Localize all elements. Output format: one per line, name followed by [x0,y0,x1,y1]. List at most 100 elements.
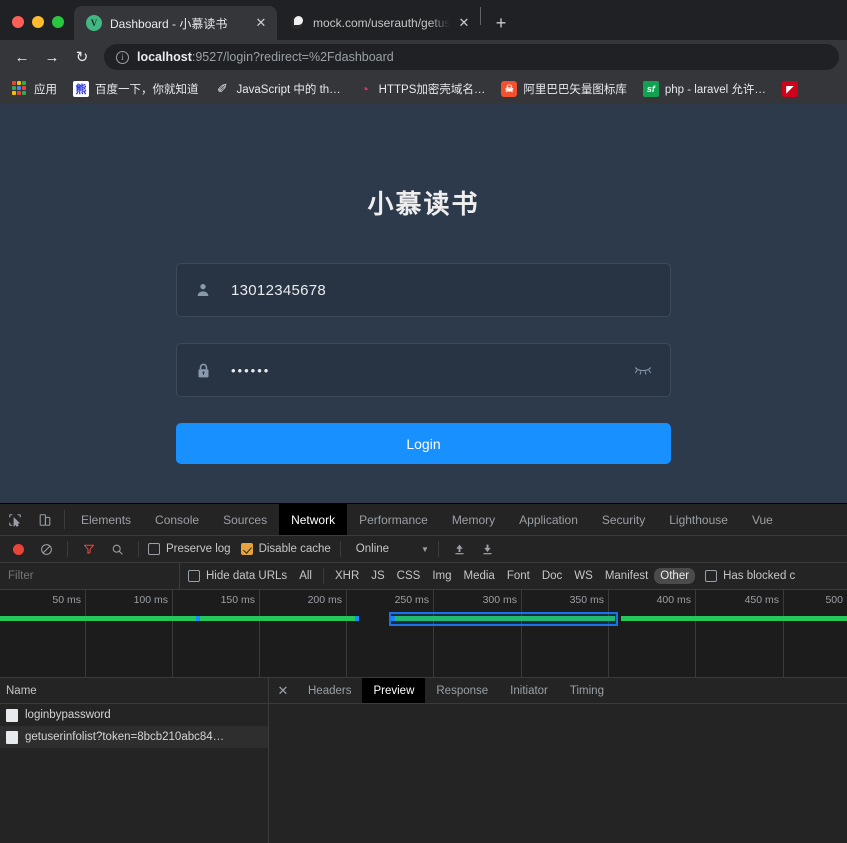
bookmark-https[interactable]: ◔ HTTPS加密壳域名… [349,78,494,100]
checkbox-box [240,543,253,555]
import-har-icon[interactable] [448,538,472,560]
apps-grid-icon [12,81,28,97]
bookmark-clipped[interactable]: ◤ [774,78,806,100]
filter-type-doc[interactable]: Doc [536,568,568,584]
close-icon[interactable]: ✕ [269,678,297,703]
bookmark-baidu[interactable]: 熊 百度一下，你就知道 [65,78,207,100]
username-value: 13012345678 [231,281,327,299]
tab-timing[interactable]: Timing [559,678,615,703]
tab-vue[interactable]: Vue [740,504,785,535]
throttling-dropdown[interactable]: Online ▼ [350,543,429,555]
user-icon [193,282,213,298]
tab-network[interactable]: Network [279,504,348,535]
forward-icon[interactable]: → [38,43,66,71]
browser-tab-mock[interactable]: mock.com/userauth/getuserinf ✕ [277,6,480,40]
preserve-log-label: Preserve log [166,543,231,555]
filter-input[interactable] [0,563,180,589]
request-name: getuserinfolist?token=8bcb210abc84… [25,731,225,743]
has-blocked-cookies-checkbox[interactable]: Has blocked c [705,570,795,582]
checkbox-box [188,570,200,582]
bookmark-label: 应用 [34,84,57,96]
close-icon[interactable]: ✕ [253,15,269,31]
filter-type-manifest[interactable]: Manifest [599,568,654,584]
requests-column-header[interactable]: Name [0,678,268,704]
site-info-icon[interactable]: i [116,50,129,64]
filter-type-xhr[interactable]: XHR [329,568,365,584]
bookmark-label: php - laravel 允许… [664,84,766,96]
clipped-bookmark-icon: ◤ [781,81,798,97]
tick-label: 150 ms [220,594,255,606]
bookmark-apps[interactable]: 应用 [4,78,65,100]
filter-type-media[interactable]: Media [458,568,501,584]
inspect-element-icon[interactable] [0,504,30,535]
window-traffic-lights [0,16,74,40]
tab-memory[interactable]: Memory [440,504,507,535]
hide-data-urls-label: Hide data URLs [206,570,288,582]
password-field[interactable]: •••••• [176,343,671,397]
bookmark-javascript-this[interactable]: ✐ JavaScript 中的 th… [207,78,349,100]
close-icon[interactable]: ✕ [456,15,472,31]
devtools-panel: Elements Console Sources Network Perform… [0,503,847,843]
tab-application[interactable]: Application [507,504,590,535]
maximize-window-button[interactable] [52,16,64,28]
login-button[interactable]: Login [176,423,671,464]
tab-performance[interactable]: Performance [347,504,440,535]
tick-label: 300 ms [482,594,517,606]
minimize-window-button[interactable] [32,16,44,28]
has-blocked-label: Has blocked c [723,570,796,582]
hide-data-urls-checkbox[interactable]: Hide data URLs [188,570,287,582]
clear-icon[interactable] [34,538,58,560]
timeline-selection-window[interactable] [389,612,618,626]
username-field[interactable]: 13012345678 [176,263,671,317]
preview-body [269,704,847,843]
device-toolbar-icon[interactable] [30,504,60,535]
tick-label: 350 ms [569,594,604,606]
url-host: localhost [137,50,192,64]
vue-icon: V [86,15,102,31]
bookmark-php-laravel[interactable]: sf php - laravel 允许… [635,78,774,100]
filter-type-img[interactable]: Img [426,568,457,584]
export-har-icon[interactable] [476,538,500,560]
tick-label: 200 ms [307,594,342,606]
search-icon[interactable] [105,538,129,560]
filter-type-all[interactable]: All [293,568,318,584]
record-button-icon[interactable] [6,538,30,560]
preserve-log-checkbox[interactable]: Preserve log [148,543,231,555]
filter-type-other[interactable]: Other [654,568,696,584]
tab-headers[interactable]: Headers [297,678,362,703]
filter-type-font[interactable]: Font [501,568,536,584]
chevron-down-icon[interactable]: ▼ [421,545,429,554]
eye-closed-icon[interactable] [632,364,654,376]
checkbox-box [705,570,718,582]
https-icon: ◔ [360,81,369,97]
table-row[interactable]: loginbypassword [0,704,268,726]
table-row[interactable]: getuserinfolist?token=8bcb210abc84… [0,726,268,748]
tab-lighthouse[interactable]: Lighthouse [657,504,740,535]
filter-type-css[interactable]: CSS [391,568,427,584]
tab-security[interactable]: Security [590,504,657,535]
baidu-icon: 熊 [73,81,89,97]
timeline-ruler: 50 ms 100 ms 150 ms 200 ms 250 ms 300 ms… [0,590,847,678]
page-title: 小慕读书 [367,189,480,219]
new-tab-button[interactable]: + [487,9,515,37]
tab-response[interactable]: Response [425,678,499,703]
tab-sources[interactable]: Sources [211,504,279,535]
disable-cache-checkbox[interactable]: Disable cache [240,543,331,555]
filter-type-js[interactable]: JS [365,568,390,584]
back-icon[interactable]: ← [8,43,36,71]
network-content-split: Name loginbypassword getuserinfolist?tok… [0,678,847,843]
tab-console[interactable]: Console [143,504,211,535]
filter-type-ws[interactable]: WS [568,568,599,584]
network-overview-timeline[interactable]: 50 ms 100 ms 150 ms 200 ms 250 ms 300 ms… [0,590,847,678]
close-window-button[interactable] [12,16,24,28]
tab-elements[interactable]: Elements [69,504,143,535]
filter-funnel-icon[interactable] [77,538,101,560]
tab-preview[interactable]: Preview [362,678,426,703]
address-bar[interactable]: i localhost:9527/login?redirect=%2Fdashb… [104,44,839,70]
reload-icon[interactable]: ↻ [68,43,96,71]
sf-icon: sf [642,81,659,97]
bookmark-alibaba-iconfont[interactable]: ☠ 阿里巴巴矢量图标库 [493,78,635,100]
browser-tab-dashboard[interactable]: V Dashboard - 小慕读书 ✕ [74,6,277,40]
password-value: •••••• [231,362,271,378]
tab-initiator[interactable]: Initiator [499,678,559,703]
